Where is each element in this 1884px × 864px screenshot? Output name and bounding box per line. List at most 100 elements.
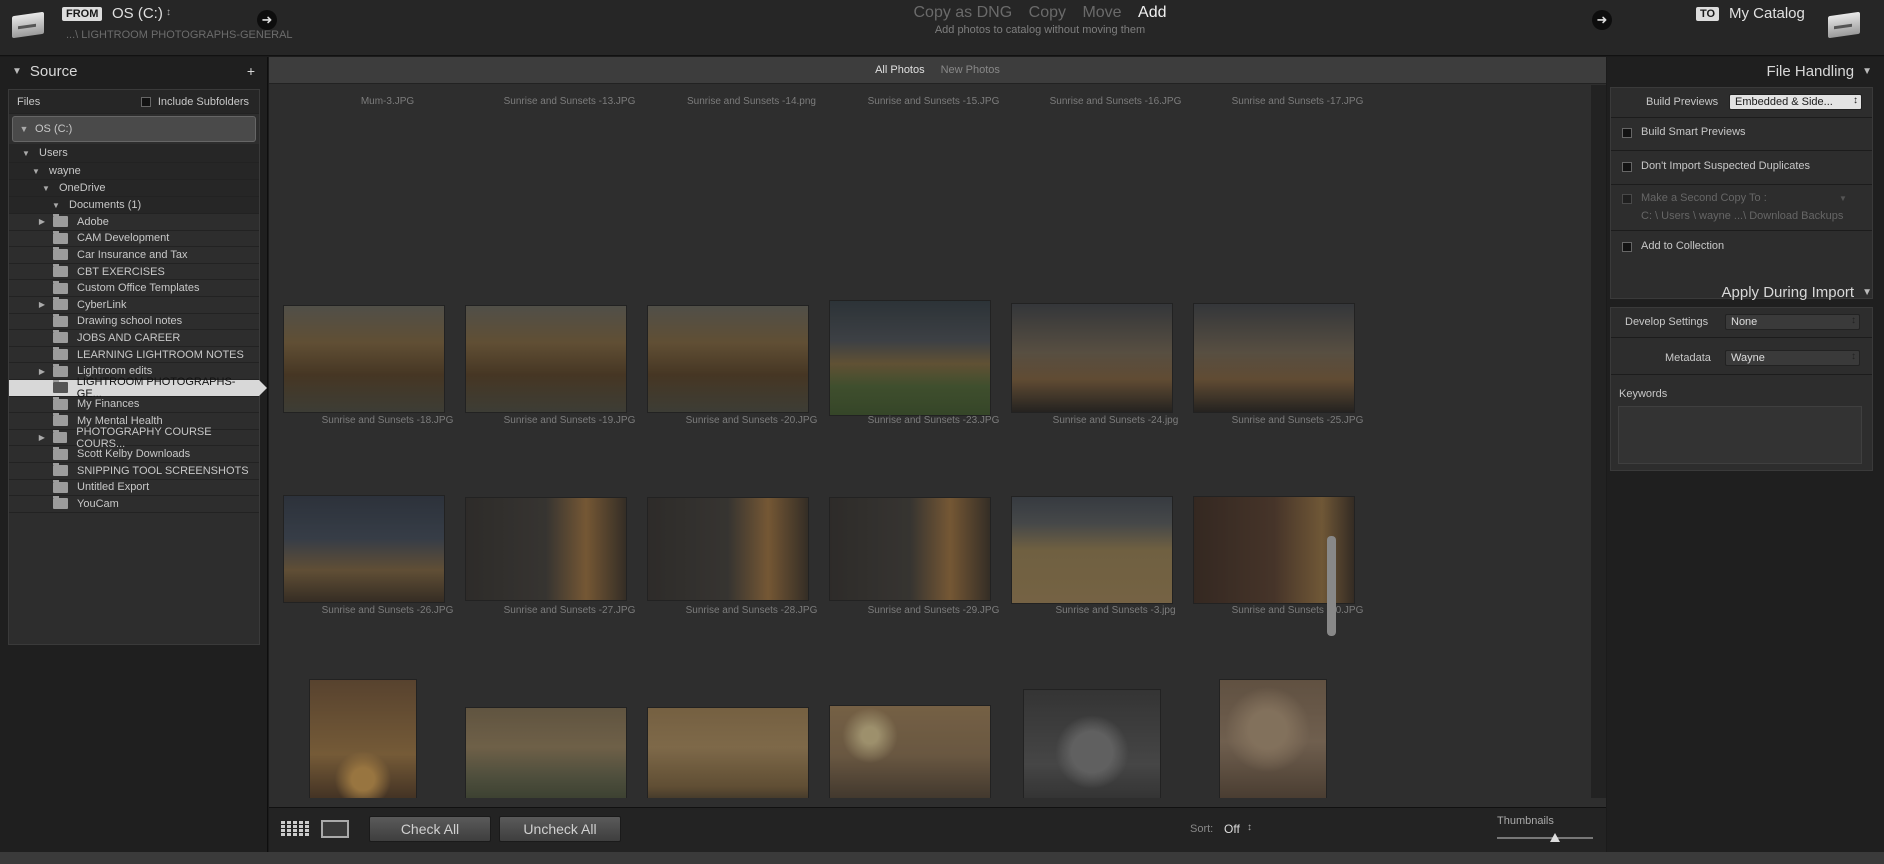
second-copy-checkbox[interactable] <box>1622 194 1632 204</box>
check-all-button[interactable]: Check All <box>369 816 491 842</box>
tree-node-label: OneDrive <box>59 182 106 194</box>
tree-node[interactable]: ▼ wayne <box>9 163 259 180</box>
smart-previews-label[interactable]: Build Smart Previews <box>1641 126 1746 138</box>
smart-previews-checkbox[interactable] <box>1622 128 1632 138</box>
sidebar-item-folder[interactable]: My Finances <box>9 396 259 414</box>
photo-thumbnail[interactable] <box>1011 496 1173 604</box>
slider-knob[interactable] <box>1549 833 1560 842</box>
sidebar-item-folder[interactable]: SNIPPING TOOL SCREENSHOTS <box>9 463 259 480</box>
sidebar-item-folder[interactable]: Custom Office Templates <box>9 280 259 297</box>
include-subfolders-checkbox[interactable] <box>140 96 151 107</box>
photo-thumbnail[interactable] <box>829 497 991 601</box>
add-source-icon[interactable]: + <box>247 63 255 79</box>
mode-copy-dng[interactable]: Copy as DNG <box>913 4 1012 21</box>
tree-node[interactable]: ▼ Users <box>9 144 259 163</box>
collapse-triangle-icon[interactable]: ▼ <box>1862 287 1872 298</box>
source-drive-selector[interactable]: OS (C:) <box>112 5 163 22</box>
divider <box>1611 184 1872 185</box>
sidebar-item-folder[interactable]: YouCam <box>9 496 259 513</box>
photo-thumbnail[interactable] <box>1219 679 1327 798</box>
photo-thumbnail[interactable] <box>829 300 991 416</box>
photo-thumbnail[interactable] <box>829 705 991 798</box>
include-subfolders-label[interactable]: Include Subfolders <box>158 96 249 108</box>
photo-thumbnail[interactable] <box>465 707 627 798</box>
tree-node[interactable]: ▼ Documents (1) <box>9 197 259 214</box>
collapse-triangle-icon[interactable]: ▼ <box>1862 66 1872 77</box>
mode-move[interactable]: Move <box>1082 4 1121 21</box>
sidebar-item-folder[interactable]: JOBS AND CAREER <box>9 330 259 347</box>
sort-selector[interactable]: Off <box>1224 822 1240 836</box>
expand-triangle-icon[interactable]: ▶ <box>35 367 49 376</box>
no-duplicates-checkbox[interactable] <box>1622 162 1632 172</box>
drive-row[interactable]: ▼ OS (C:) <box>12 116 256 142</box>
sidebar-item-folder[interactable]: ▶ Adobe <box>9 214 259 231</box>
thumbnail-size-slider[interactable] <box>1497 833 1593 842</box>
expand-triangle-icon[interactable]: ▶ <box>35 433 49 442</box>
no-duplicates-label[interactable]: Don't Import Suspected Duplicates <box>1641 160 1810 172</box>
sidebar-item-folder[interactable]: CAM Development <box>9 230 259 248</box>
chevron-updown-icon[interactable]: ↕ <box>166 7 171 18</box>
photo-thumbnail[interactable] <box>309 679 417 798</box>
mode-add[interactable]: Add <box>1138 4 1166 21</box>
folder-label: Car Insurance and Tax <box>77 248 188 261</box>
add-collection-label[interactable]: Add to Collection <box>1641 240 1724 252</box>
chevron-down-icon[interactable]: ▼ <box>1839 194 1847 203</box>
sidebar-item-folder[interactable]: LEARNING LIGHTROOM NOTES <box>9 347 259 364</box>
tab-all-photos[interactable]: All Photos <box>875 64 925 76</box>
folder-icon <box>53 463 68 477</box>
expand-triangle-icon[interactable]: ▼ <box>29 167 43 176</box>
uncheck-all-button[interactable]: Uncheck All <box>499 816 621 842</box>
photo-thumbnail[interactable] <box>465 305 627 413</box>
sidebar-item-folder[interactable]: CBT EXERCISES <box>9 264 259 281</box>
photo-thumbnail[interactable] <box>647 707 809 798</box>
expand-triangle-icon[interactable]: ▶ <box>35 217 49 226</box>
expand-triangle-icon[interactable]: ▶ <box>35 300 49 309</box>
photo-grid: Mum-3.JPG Sunrise and Sunsets -13.JPG Sunr… <box>269 85 1591 798</box>
chevron-updown-icon[interactable]: ↕ <box>1247 822 1252 833</box>
add-collection-checkbox[interactable] <box>1622 242 1632 252</box>
sidebar-item-folder[interactable]: Car Insurance and Tax <box>9 247 259 264</box>
keywords-input[interactable] <box>1618 406 1862 464</box>
expand-triangle-icon[interactable]: ▼ <box>19 149 33 158</box>
folder-icon <box>53 264 68 278</box>
apply-during-import-header[interactable]: Apply During Import ▼ <box>1607 278 1884 306</box>
loupe-view-icon[interactable] <box>321 820 349 838</box>
file-handling-header[interactable]: File Handling ▼ <box>1607 57 1884 85</box>
collapse-triangle-icon[interactable]: ▼ <box>12 66 22 77</box>
photo-thumbnail[interactable] <box>283 305 445 413</box>
grid-view-icon[interactable] <box>281 821 309 837</box>
grid-scrollbar[interactable] <box>1591 85 1606 798</box>
source-title: Source <box>29 62 78 80</box>
photo-thumbnail[interactable] <box>1023 689 1161 798</box>
sidebar-item-folder[interactable]: Drawing school notes <box>9 313 259 331</box>
expand-triangle-icon[interactable]: ▼ <box>39 184 53 193</box>
sidebar-item-folder[interactable]: ▶ CyberLink <box>9 297 259 314</box>
scrollbar-thumb[interactable] <box>1327 536 1336 636</box>
photo-thumbnail[interactable] <box>465 497 627 601</box>
mode-copy[interactable]: Copy <box>1029 4 1066 21</box>
photo-thumbnail[interactable] <box>1193 303 1355 413</box>
expand-triangle-icon[interactable]: ▼ <box>49 201 63 210</box>
build-previews-dropdown[interactable]: Embedded & Side... <box>1729 94 1862 110</box>
tab-new-photos[interactable]: New Photos <box>941 64 1000 76</box>
sidebar-item-folder[interactable]: Scott Kelby Downloads <box>9 446 259 463</box>
photo-thumbnail[interactable] <box>647 305 809 413</box>
photo-cell[interactable] <box>1188 595 1407 798</box>
arrow-right-icon[interactable]: ➜ <box>257 10 277 30</box>
arrow-right-icon[interactable]: ➜ <box>1592 10 1612 30</box>
develop-settings-dropdown[interactable]: None <box>1725 314 1860 330</box>
photo-thumbnail[interactable] <box>1011 303 1173 413</box>
photo-thumbnail[interactable] <box>647 497 809 601</box>
tree-node[interactable]: ▼ OneDrive <box>9 180 259 197</box>
second-copy-label[interactable]: Make a Second Copy To : <box>1641 192 1767 204</box>
collapse-triangle-icon[interactable]: ▼ <box>17 124 31 134</box>
sidebar-item-folder[interactable]: ▶ PHOTOGRAPHY COURSE COURS... <box>9 426 259 450</box>
source-drive-icon[interactable] <box>8 10 48 42</box>
divider <box>1611 150 1872 151</box>
source-panel-header[interactable]: ▼ Source + <box>0 57 267 85</box>
sidebar-item-folder[interactable]: LIGHTROOM PHOTOGRAPHS-GE... <box>9 376 267 400</box>
apply-during-import-title: Apply During Import <box>1721 283 1855 301</box>
photo-thumbnail[interactable] <box>283 495 445 603</box>
metadata-dropdown[interactable]: Wayne <box>1725 350 1860 366</box>
sidebar-item-folder[interactable]: Untitled Export <box>9 479 259 497</box>
